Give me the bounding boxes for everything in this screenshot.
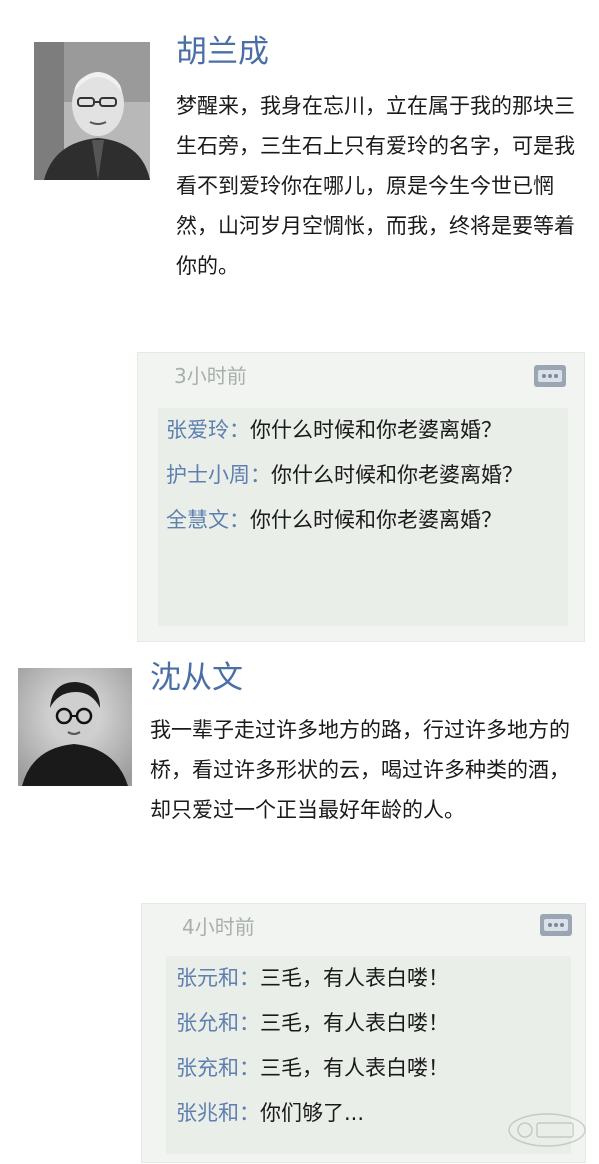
reply-list: 张爱玲：你什么时候和你老婆离婚？ 护士小周：你什么时候和你老婆离婚？ 全慧文：你… xyxy=(158,408,568,626)
reply-separator: ： xyxy=(229,508,250,532)
avatar[interactable] xyxy=(34,42,150,180)
site-watermark-logo-icon xyxy=(507,1110,587,1150)
reply-separator: ： xyxy=(239,1101,260,1125)
reply-item: 张充和：三毛，有人表白喽！ xyxy=(176,1046,565,1091)
reply-author[interactable]: 护士小周 xyxy=(166,463,250,487)
reply-text: 你什么时候和你老婆离婚？ xyxy=(250,508,502,532)
reply-item: 护士小周：你什么时候和你老婆离婚？ xyxy=(166,453,562,498)
avatar[interactable] xyxy=(18,668,132,786)
reply-item: 张元和：三毛，有人表白喽！ xyxy=(176,956,565,1001)
reply-author[interactable]: 张充和 xyxy=(176,1056,239,1080)
reply-author[interactable]: 张兆和 xyxy=(176,1101,239,1125)
reply-author[interactable]: 张允和 xyxy=(176,1011,239,1035)
post-1: 胡兰成 梦醒来，我身在忘川，立在属于我的那块三生石旁，三生石上只有爱玲的名字，可… xyxy=(0,0,599,650)
reply-separator: ： xyxy=(239,1056,260,1080)
reply-text: 三毛，有人表白喽！ xyxy=(260,1056,449,1080)
reply-separator: ： xyxy=(250,463,271,487)
comment-header: 3小时前 xyxy=(138,353,584,403)
reply-author[interactable]: 张元和 xyxy=(176,966,239,990)
comment-bubble-icon[interactable] xyxy=(540,914,572,936)
elderly-man-portrait-icon xyxy=(34,42,150,180)
author-name[interactable]: 胡兰成 xyxy=(176,32,269,72)
reply-text: 三毛，有人表白喽！ xyxy=(260,1011,449,1035)
post-text: 我一辈子走过许多地方的路，行过许多地方的桥，看过许多形状的云，喝过许多种类的酒，… xyxy=(150,718,570,822)
comment-bubble-icon[interactable] xyxy=(534,365,566,387)
timestamp: 3小时前 xyxy=(174,364,247,388)
reply-separator: ： xyxy=(229,418,250,442)
reply-item: 全慧文：你什么时候和你老婆离婚？ xyxy=(166,498,562,543)
comment-panel: 3小时前 张爱玲：你什么时候和你老婆离婚？ 护士小周：你什么时候和你老婆离婚？ … xyxy=(137,352,585,642)
author-name[interactable]: 沈从文 xyxy=(150,658,243,698)
reply-item: 张允和：三毛，有人表白喽！ xyxy=(176,1001,565,1046)
reply-author[interactable]: 张爱玲 xyxy=(166,418,229,442)
reply-item: 张爱玲：你什么时候和你老婆离婚？ xyxy=(166,408,562,453)
reply-text: 你什么时候和你老婆离婚？ xyxy=(271,463,523,487)
man-with-glasses-portrait-icon xyxy=(18,668,132,786)
reply-text: 三毛，有人表白喽！ xyxy=(260,966,449,990)
post-text: 梦醒来，我身在忘川，立在属于我的那块三生石旁，三生石上只有爱玲的名字，可是我看不… xyxy=(176,94,575,278)
timestamp: 4小时前 xyxy=(182,915,255,939)
reply-text: 你什么时候和你老婆离婚？ xyxy=(250,418,502,442)
reply-separator: ： xyxy=(239,966,260,990)
reply-separator: ： xyxy=(239,1011,260,1035)
comment-header: 4小时前 xyxy=(142,904,585,954)
reply-text: 你们够了... xyxy=(260,1101,365,1125)
reply-author[interactable]: 全慧文 xyxy=(166,508,229,532)
post-2: 沈从文 我一辈子走过许多地方的路，行过许多地方的桥，看过许多形状的云，喝过许多种… xyxy=(0,650,599,1164)
